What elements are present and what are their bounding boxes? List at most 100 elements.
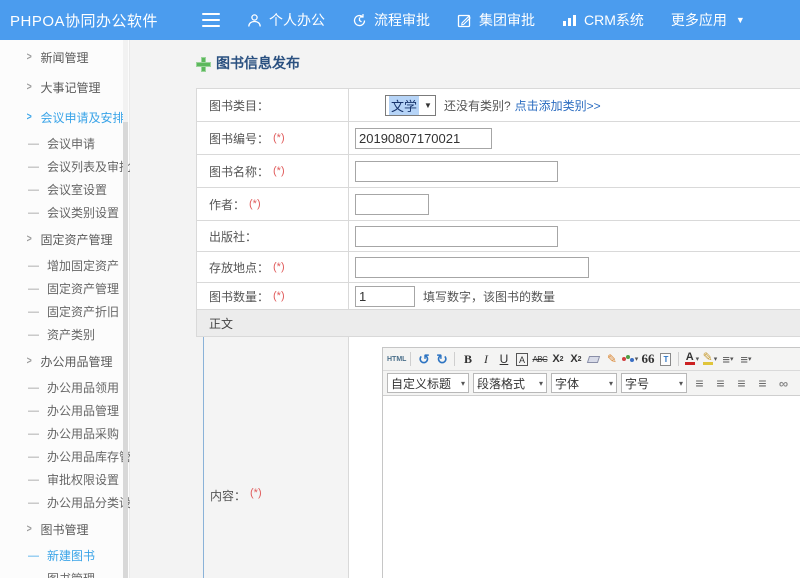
sidebar-item-supplies-inventory[interactable]: —办公用品库存管理	[0, 445, 129, 468]
required-mark: (*)	[273, 132, 285, 144]
editor-content-area[interactable]	[383, 396, 800, 578]
sidebar-item-asset-category[interactable]: —资产类别	[0, 323, 129, 346]
book-name-input[interactable]	[355, 161, 558, 182]
author-label: 作者：	[209, 196, 245, 213]
redo-icon[interactable]: ↻	[433, 350, 450, 368]
sidebar-item-supplies-claim[interactable]: —办公用品领用	[0, 376, 129, 399]
undo-icon[interactable]: ↺	[415, 350, 432, 368]
category-select[interactable]: 文学 ▼	[385, 95, 436, 116]
hamburger-menu-icon[interactable]	[202, 13, 220, 27]
author-input[interactable]	[355, 194, 429, 215]
chart-icon	[562, 13, 577, 27]
editor-toolbar-row1: HTML ↺ ↻ B I U A ABC X2 X2 ✎	[383, 348, 800, 371]
top-menu-process-approval[interactable]: 流程审批	[352, 10, 430, 30]
form-row-category: 图书类目： 文学 ▼ 还没有类别? 点击添加类别>>	[196, 89, 800, 122]
blockquote-icon[interactable]: 66	[639, 350, 656, 368]
form-row-code: 图书编号：(*)	[196, 122, 800, 155]
underline-icon[interactable]: U	[495, 350, 512, 368]
dash-icon: —	[28, 329, 39, 341]
location-input[interactable]	[355, 257, 589, 278]
sidebar-group-books[interactable]: >图书管理	[0, 514, 129, 544]
dash-icon: —	[28, 405, 39, 417]
sidebar-item-supplies-classify[interactable]: —办公用品分类设置	[0, 491, 129, 514]
top-menu-crm-system[interactable]: CRM系统	[562, 10, 644, 30]
sidebar-item-meeting-apply[interactable]: —会议申请	[0, 132, 129, 155]
form-row-name: 图书名称：(*)	[196, 155, 800, 188]
book-code-input[interactable]	[355, 128, 492, 149]
page-title: 图书信息发布	[196, 53, 300, 73]
style-select[interactable]: 自定义标题▾	[387, 373, 469, 393]
sidebar-item-approval-permission[interactable]: —审批权限设置	[0, 468, 129, 491]
align-right-icon[interactable]: ≡	[733, 374, 750, 392]
form-row-publisher: 出版社：	[196, 221, 800, 252]
rich-text-editor: HTML ↺ ↻ B I U A ABC X2 X2 ✎	[382, 347, 800, 578]
sidebar-scrollbar-thumb[interactable]	[123, 122, 128, 578]
eraser-icon[interactable]	[585, 350, 602, 368]
process-icon	[352, 13, 367, 28]
paragraph-format-select[interactable]: 段落格式▾	[473, 373, 547, 393]
sidebar-item-supplies-manage[interactable]: —办公用品管理	[0, 399, 129, 422]
form-row-location: 存放地点：(*)	[196, 252, 800, 283]
font-color-icon[interactable]: A▾	[683, 350, 700, 368]
editor-toolbar-row2: 自定义标题▾ 段落格式▾ 字体▾ 字号▾ ≡ ≡ ≡ ≡ ∞ ∞	[383, 371, 800, 396]
add-category-link[interactable]: 点击添加类别>>	[515, 97, 601, 114]
font-family-select[interactable]: 字体▾	[551, 373, 617, 393]
paste-icon[interactable]: T	[657, 350, 674, 368]
required-mark: (*)	[250, 487, 262, 499]
top-menu-personal-office[interactable]: 个人办公	[247, 10, 325, 30]
font-style-icon[interactable]: A	[516, 353, 528, 366]
top-menu-more-apps[interactable]: 更多应用 ▼	[671, 10, 745, 30]
html-source-button[interactable]: HTML	[387, 350, 406, 368]
main-content: 图书信息发布 图书类目： 文学 ▼ 还没有类别? 点击添加类别>> 图书编号：(…	[130, 40, 800, 578]
chevron-right-icon: >	[27, 233, 32, 245]
edit-icon	[457, 13, 472, 28]
sidebar-group-meeting[interactable]: >会议申请及安排	[0, 102, 129, 132]
chevron-right-icon: >	[27, 51, 32, 63]
form-row-content: 内容： (*) HTML ↺ ↻ B I U A ABC	[203, 337, 800, 578]
top-navigation-bar: PHPOA协同办公软件 个人办公 流程审批	[0, 0, 800, 40]
sidebar-item-add-asset[interactable]: —增加固定资产	[0, 254, 129, 277]
sidebar-group-memorabilia[interactable]: >大事记管理	[0, 72, 129, 102]
sidebar-group-fixed-assets[interactable]: >固定资产管理	[0, 224, 129, 254]
sidebar-item-meeting-list[interactable]: —会议列表及审批	[0, 155, 129, 178]
chevron-right-icon: >	[27, 523, 32, 535]
align-left-icon[interactable]: ≡	[691, 374, 708, 392]
sidebar-group-news[interactable]: >新闻管理	[0, 42, 129, 72]
color-palette-icon[interactable]: ▾	[621, 350, 638, 368]
highlight-color-icon[interactable]: ✎▾	[701, 350, 718, 368]
quantity-input[interactable]	[355, 286, 415, 307]
location-label: 存放地点：	[209, 259, 269, 276]
app-logo: PHPOA协同办公软件	[10, 10, 158, 31]
bold-icon[interactable]: B	[459, 350, 476, 368]
select-arrow-icon: ▼	[424, 101, 432, 110]
align-justify-icon[interactable]: ≡	[754, 374, 771, 392]
dash-icon: —	[28, 497, 39, 509]
subscript-icon[interactable]: X2	[567, 350, 584, 368]
form-row-quantity: 图书数量：(*) 填写数字，该图书的数量	[196, 283, 800, 310]
publisher-input[interactable]	[355, 226, 558, 247]
strikethrough-icon[interactable]: ABC	[531, 350, 548, 368]
align-center-icon[interactable]: ≡	[712, 374, 729, 392]
top-menu: 个人办公 流程审批 集团审批 CRM系统	[220, 10, 745, 30]
top-menu-group-approval[interactable]: 集团审批	[457, 10, 535, 30]
ordered-list-icon[interactable]: ≡▾	[719, 350, 736, 368]
sidebar-item-new-book[interactable]: —新建图书	[0, 544, 129, 567]
sidebar-item-book-manage[interactable]: —图书管理	[0, 567, 129, 578]
dash-icon: —	[28, 382, 39, 394]
italic-icon[interactable]: I	[477, 350, 494, 368]
unordered-list-icon[interactable]: ≡▾	[737, 350, 754, 368]
dash-icon: —	[28, 428, 39, 440]
font-size-select[interactable]: 字号▾	[621, 373, 687, 393]
insert-link-icon[interactable]: ∞	[775, 374, 792, 392]
format-brush-icon[interactable]: ✎	[603, 350, 620, 368]
sidebar-item-meeting-category[interactable]: —会议类别设置	[0, 201, 129, 224]
sidebar-item-asset-manage[interactable]: —固定资产管理	[0, 277, 129, 300]
dash-icon: —	[28, 184, 39, 196]
sidebar-item-asset-depreciation[interactable]: —固定资产折旧	[0, 300, 129, 323]
remove-link-icon[interactable]: ∞	[796, 374, 800, 392]
superscript-icon[interactable]: X2	[549, 350, 566, 368]
body-section-header: 正文	[196, 310, 800, 337]
sidebar-item-supplies-purchase[interactable]: —办公用品采购	[0, 422, 129, 445]
sidebar-item-meeting-room[interactable]: —会议室设置	[0, 178, 129, 201]
sidebar-group-office-supplies[interactable]: >办公用品管理	[0, 346, 129, 376]
